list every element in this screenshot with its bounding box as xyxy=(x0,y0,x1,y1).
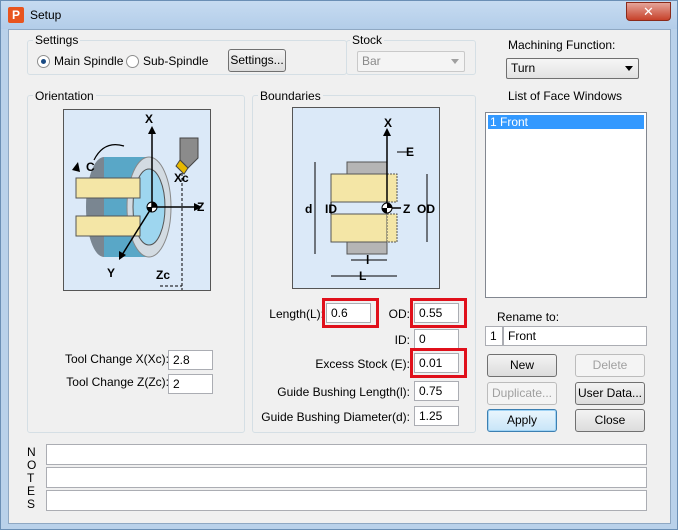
guide-bushing-diameter-field[interactable]: 1.25 xyxy=(414,406,459,426)
new-button[interactable]: New xyxy=(487,354,557,377)
main-spindle-label[interactable]: Main Spindle xyxy=(54,54,123,68)
window-close-button[interactable]: ✕ xyxy=(626,2,671,21)
dialog-body: Settings Main Spindle Sub-Spindle Settin… xyxy=(8,29,671,524)
notes-line-2[interactable] xyxy=(46,467,647,488)
diagram-label-zc: Zc xyxy=(156,268,171,282)
tool-change-x-label: Tool Change X(Xc): xyxy=(64,352,169,366)
settings-group-label: Settings xyxy=(33,33,81,47)
boundaries-diagram: X E d ID Z OD l L xyxy=(292,107,440,289)
stock-top xyxy=(330,173,388,203)
diagram-label-z: Z xyxy=(403,202,411,216)
notes-letter-t: T xyxy=(27,471,35,485)
apply-button[interactable]: Apply xyxy=(487,409,557,432)
notes-letter-s: S xyxy=(27,497,36,511)
notes-letter-e: E xyxy=(27,484,36,498)
length-label: Length(L): xyxy=(269,307,324,321)
duplicate-button[interactable]: Duplicate... xyxy=(487,382,557,405)
chevron-down-icon xyxy=(625,66,633,71)
diagram-label-small-l: l xyxy=(366,253,370,267)
length-highlight xyxy=(322,298,379,328)
jaw-bottom xyxy=(75,215,141,237)
diagram-label-xc: Xc xyxy=(174,171,189,185)
sub-spindle-label[interactable]: Sub-Spindle xyxy=(143,54,208,68)
diagram-label-x: X xyxy=(384,116,393,130)
diagram-label-y: Y xyxy=(107,266,116,280)
diagram-label-id: ID xyxy=(325,202,337,216)
guide-bushing-length-field[interactable]: 0.75 xyxy=(414,381,459,401)
id-field[interactable]: 0 xyxy=(414,329,459,349)
notes-letter-o: O xyxy=(27,458,37,472)
app-logo-icon: P xyxy=(8,7,24,23)
machining-function-value: Turn xyxy=(511,61,536,75)
diagram-label-e: E xyxy=(406,145,415,159)
stock-bottom xyxy=(330,213,388,243)
guide-bushing-diameter-label: Guide Bushing Diameter(d): xyxy=(261,410,410,424)
od-label: OD: xyxy=(388,307,410,321)
excess-stock-label: Excess Stock (E): xyxy=(315,357,410,371)
window-title: Setup xyxy=(30,8,62,22)
x-axis-arrow-icon xyxy=(148,126,156,134)
list-item[interactable]: 1 Front xyxy=(488,115,644,129)
sub-spindle-radio[interactable] xyxy=(126,55,139,68)
face-windows-list[interactable]: 1 Front xyxy=(485,112,647,298)
od-highlight xyxy=(410,298,467,328)
tool-change-x-field[interactable]: 2.8 xyxy=(168,350,213,370)
guide-bushing-length-label: Guide Bushing Length(l): xyxy=(277,385,410,399)
orientation-group-label: Orientation xyxy=(33,89,96,103)
rename-name-field[interactable]: Front xyxy=(503,326,647,346)
tool-change-z-label: Tool Change Z(Zc): xyxy=(66,375,169,389)
diagram-label-d: d xyxy=(305,202,313,216)
main-spindle-radio[interactable] xyxy=(37,55,50,68)
notes-line-1[interactable] xyxy=(46,444,647,465)
guide-bushing-top xyxy=(346,161,388,175)
tool-change-z-field[interactable]: 2 xyxy=(168,374,213,394)
delete-button[interactable]: Delete xyxy=(575,354,645,377)
jaw-top xyxy=(75,177,141,199)
diagram-label-x: X xyxy=(145,112,154,126)
orientation-diagram: C X Xc Z Y Zc xyxy=(63,109,211,291)
c-rotation-arrow-icon xyxy=(72,162,80,172)
diagram-label-z: Z xyxy=(197,200,205,214)
stock-select-value: Bar xyxy=(362,54,381,68)
boundaries-group-label: Boundaries xyxy=(258,89,323,103)
chevron-down-icon xyxy=(451,59,459,64)
close-button[interactable]: Close xyxy=(575,409,645,432)
rename-label: Rename to: xyxy=(497,310,560,324)
machining-function-label: Machining Function: xyxy=(508,38,616,52)
title-bar[interactable]: P Setup ✕ xyxy=(1,1,677,29)
id-label: ID: xyxy=(394,333,410,347)
diagram-label-od: OD xyxy=(417,202,435,216)
diagram-label-c: C xyxy=(86,160,95,174)
stock-select[interactable]: Bar xyxy=(357,51,465,72)
excess-stock-highlight xyxy=(410,348,467,378)
face-windows-label: List of Face Windows xyxy=(508,89,623,103)
notes-line-3[interactable] xyxy=(46,490,647,511)
notes-letter-n: N xyxy=(27,445,36,459)
user-data-button[interactable]: User Data... xyxy=(575,382,645,405)
stock-group-label: Stock xyxy=(350,33,385,47)
rename-number-field[interactable]: 1 xyxy=(485,326,503,346)
orientation-diagram-svg xyxy=(72,126,202,290)
excess-stock-bottom xyxy=(386,213,398,243)
spindle-settings-button[interactable]: Settings... xyxy=(228,49,286,72)
excess-stock-top xyxy=(386,173,398,203)
machining-function-select[interactable]: Turn xyxy=(506,58,639,79)
diagram-label-l: L xyxy=(359,269,367,283)
setup-dialog: P Setup ✕ Settings Main Spindle Sub-Spin… xyxy=(0,0,678,530)
